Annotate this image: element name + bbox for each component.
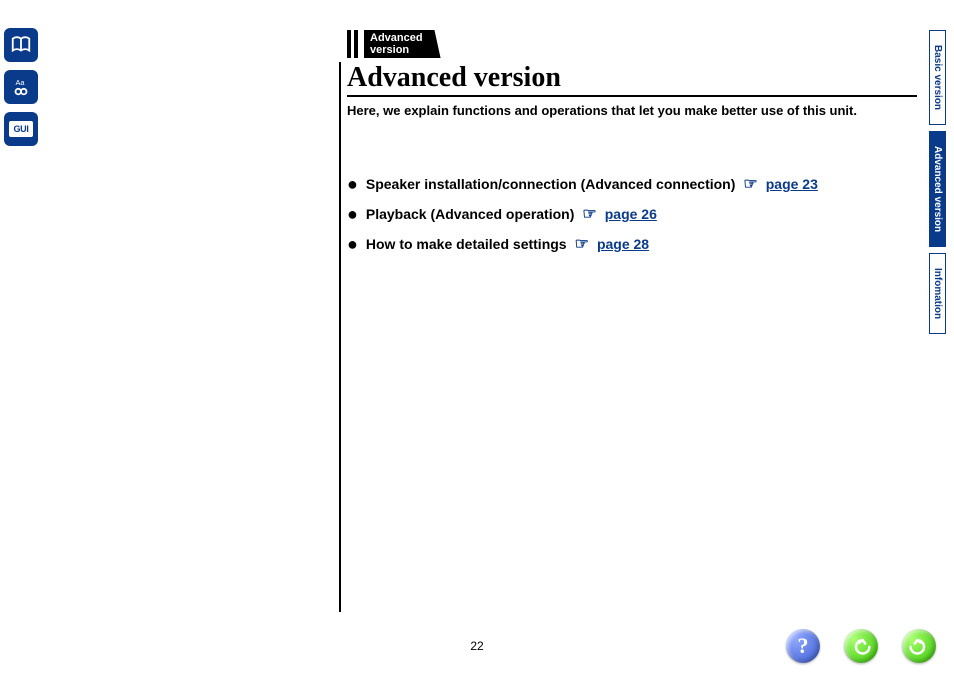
content-frame-line — [339, 62, 341, 612]
book-icon[interactable] — [4, 28, 38, 62]
title-rule — [347, 95, 917, 97]
toc-link[interactable]: page 26 — [605, 206, 657, 222]
toc-link[interactable]: page 23 — [766, 176, 818, 192]
breadcrumb: Advanced version — [347, 30, 441, 58]
bullet-icon: ● — [347, 237, 358, 251]
breadcrumb-line1: Advanced — [370, 32, 423, 44]
right-tabs: Basic version Advanced version Infomatio… — [929, 30, 946, 334]
main-content: Advanced version Here, we explain functi… — [347, 62, 916, 254]
breadcrumb-tab: Advanced version — [364, 30, 441, 58]
toc-list: ● Speaker installation/connection (Advan… — [347, 174, 916, 254]
svg-text:Aa: Aa — [16, 78, 26, 87]
toc-item: ● Playback (Advanced operation) ☞ page 2… — [347, 204, 916, 224]
toc-item: ● How to make detailed settings ☞ page 2… — [347, 234, 916, 254]
tab-advanced-version[interactable]: Advanced version — [929, 131, 946, 247]
back-button[interactable] — [844, 629, 878, 663]
left-sidebar: Aa GUI — [4, 28, 38, 146]
gui-icon[interactable]: GUI — [4, 112, 38, 146]
forward-button[interactable] — [902, 629, 936, 663]
index-icon[interactable]: Aa — [4, 70, 38, 104]
toc-link[interactable]: page 28 — [597, 236, 649, 252]
toc-text: Speaker installation/connection (Advance… — [366, 176, 736, 192]
pointer-icon: ☞ — [575, 234, 589, 254]
pointer-icon: ☞ — [582, 204, 596, 224]
toc-text: Playback (Advanced operation) — [366, 206, 575, 222]
pointer-icon: ☞ — [743, 174, 757, 194]
breadcrumb-line2: version — [370, 44, 423, 56]
tab-information[interactable]: Infomation — [929, 253, 946, 334]
gui-label: GUI — [9, 121, 32, 137]
page-title: Advanced version — [347, 62, 916, 94]
tab-basic-version[interactable]: Basic version — [929, 30, 946, 125]
bullet-icon: ● — [347, 177, 358, 191]
bottom-buttons: ? — [786, 629, 936, 663]
breadcrumb-bars — [347, 30, 358, 58]
toc-text: How to make detailed settings — [366, 236, 567, 252]
page-subtitle: Here, we explain functions and operation… — [347, 103, 916, 118]
toc-item: ● Speaker installation/connection (Advan… — [347, 174, 916, 194]
bullet-icon: ● — [347, 207, 358, 221]
help-button[interactable]: ? — [786, 629, 820, 663]
